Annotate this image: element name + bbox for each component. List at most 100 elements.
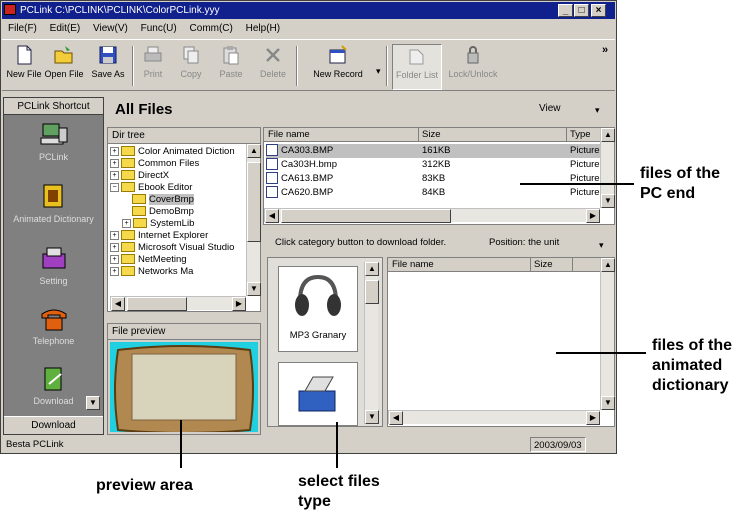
menu-comm[interactable]: Comm(C) bbox=[190, 23, 233, 34]
category-button-mp3[interactable]: MP3 Granary bbox=[278, 266, 358, 352]
tree-item[interactable]: + NetMeeting bbox=[110, 254, 246, 266]
menu-view[interactable]: View(V) bbox=[93, 23, 128, 34]
scroll-left-button[interactable]: ◀ bbox=[111, 297, 125, 311]
maximize-button[interactable]: □ bbox=[574, 4, 589, 17]
column-size[interactable]: Size bbox=[422, 128, 440, 142]
new-record-dropdown-icon[interactable]: ▾ bbox=[376, 66, 381, 77]
category-panel: MP3 Granary ▲ ▼ bbox=[267, 257, 383, 427]
scroll-up-button[interactable]: ▲ bbox=[247, 144, 261, 158]
paste-button[interactable]: Paste bbox=[212, 44, 250, 90]
dir-tree-hscrollbar[interactable]: ◀ ▶ bbox=[110, 296, 246, 311]
tree-item[interactable]: + Internet Explorer bbox=[110, 230, 246, 242]
column-type[interactable]: Type bbox=[570, 128, 591, 142]
sidebar-item-label: Telephone bbox=[32, 336, 75, 346]
minimize-button[interactable]: _ bbox=[558, 4, 573, 17]
callout-preview: preview area bbox=[96, 477, 193, 494]
table-row[interactable]: CA303.BMP 161KB Picture bbox=[266, 144, 602, 158]
folder-icon bbox=[121, 182, 135, 193]
page-title: All Files bbox=[115, 101, 173, 118]
scroll-left-button[interactable]: ◀ bbox=[265, 209, 279, 223]
scroll-left-button[interactable]: ◀ bbox=[389, 411, 403, 425]
table-row[interactable]: CA620.BMP 84KB Picture bbox=[266, 186, 602, 200]
tree-item-selected[interactable]: CoverBmp bbox=[110, 194, 246, 206]
folder-icon bbox=[121, 266, 135, 277]
menu-file[interactable]: File(F) bbox=[8, 23, 37, 34]
paste-icon bbox=[223, 46, 239, 65]
scroll-thumb[interactable] bbox=[247, 162, 261, 242]
menu-bar: File(F) Edit(E) View(V) Func(U) Comm(C) … bbox=[2, 20, 615, 38]
scroll-up-button[interactable]: ▲ bbox=[601, 258, 615, 272]
dir-tree-panel: Dir tree + Color Animated Diction + Common… bbox=[107, 127, 261, 312]
sidebar-item-label: Setting bbox=[39, 276, 68, 286]
dir-tree-vscrollbar[interactable]: ▲ ▼ bbox=[246, 144, 261, 296]
open-file-button[interactable]: Open File bbox=[44, 44, 84, 90]
sidebar-item-animated-dictionary[interactable]: Animated Dictionary bbox=[4, 182, 103, 244]
tree-item[interactable]: + Networks Ma bbox=[110, 266, 246, 278]
scroll-up-button[interactable]: ▲ bbox=[365, 262, 379, 276]
view-dropdown[interactable]: View bbox=[539, 103, 561, 114]
scroll-thumb[interactable] bbox=[281, 209, 451, 223]
app-icon bbox=[4, 4, 16, 15]
new-file-button[interactable]: New File bbox=[6, 44, 42, 90]
position-dropdown[interactable]: Position: the unit bbox=[489, 233, 559, 253]
table-row[interactable]: Ca303H.bmp 312KB Picture bbox=[266, 158, 602, 172]
close-button[interactable]: × bbox=[591, 4, 606, 17]
tree-item[interactable]: DemoBmp bbox=[110, 206, 246, 218]
scroll-down-button[interactable]: ▼ bbox=[365, 410, 379, 424]
tree-item[interactable]: + SystemLib bbox=[110, 218, 246, 230]
file-list-vscrollbar[interactable]: ▲ ▼ bbox=[600, 128, 615, 208]
file-preview-panel: File preview bbox=[107, 323, 261, 435]
chevron-down-icon[interactable]: ▾ bbox=[595, 105, 600, 116]
menu-edit[interactable]: Edit(E) bbox=[50, 23, 81, 34]
status-date: 2003/09/03 bbox=[530, 437, 586, 452]
category-button-download[interactable] bbox=[278, 362, 358, 426]
sidebar-item-setting[interactable]: Setting bbox=[4, 244, 103, 306]
scroll-down-button[interactable]: ▼ bbox=[247, 282, 261, 296]
category-vscrollbar[interactable]: ▲ ▼ bbox=[364, 262, 379, 424]
status-app-name: Besta PCLink bbox=[6, 439, 64, 450]
folder-open-icon bbox=[132, 194, 146, 205]
menu-func[interactable]: Func(U) bbox=[141, 23, 177, 34]
setting-icon bbox=[42, 247, 65, 269]
toolbar-overflow-button[interactable]: » bbox=[602, 44, 608, 56]
save-as-button[interactable]: Save As bbox=[88, 44, 128, 90]
printer-icon bbox=[144, 46, 162, 62]
download-icon bbox=[44, 367, 62, 391]
device-list-hscrollbar[interactable]: ◀ ▶ bbox=[388, 410, 600, 425]
sidebar-scroll-down-button[interactable]: ▼ bbox=[86, 396, 100, 410]
folder-icon bbox=[132, 206, 146, 217]
toolbar: New File Open File Save As Print Copy Pa… bbox=[2, 39, 615, 91]
sidebar-item-telephone[interactable]: Telephone bbox=[4, 304, 103, 366]
sidebar-footer-button[interactable]: Download bbox=[4, 416, 103, 434]
lock-unlock-button[interactable]: Lock/Unlock bbox=[446, 44, 500, 90]
menu-help[interactable]: Help(H) bbox=[246, 23, 280, 34]
copy-button[interactable]: Copy bbox=[174, 44, 208, 90]
tree-item[interactable]: + Microsoft Visual Studio bbox=[110, 242, 246, 254]
scroll-right-button[interactable]: ▶ bbox=[586, 209, 600, 223]
column-filename[interactable]: File name bbox=[268, 128, 310, 142]
folder-list-button[interactable]: Folder List bbox=[392, 44, 442, 90]
scroll-right-button[interactable]: ▶ bbox=[232, 297, 246, 311]
tree-item[interactable]: − Ebook Editor bbox=[110, 182, 246, 194]
column-filename[interactable]: File name bbox=[392, 258, 434, 272]
print-button[interactable]: Print bbox=[136, 44, 170, 90]
chevron-down-icon[interactable]: ▾ bbox=[599, 235, 604, 255]
delete-button[interactable]: Delete bbox=[254, 44, 292, 90]
device-list-vscrollbar[interactable]: ▲ ▼ bbox=[600, 258, 615, 410]
scroll-down-button[interactable]: ▼ bbox=[601, 396, 615, 410]
scroll-thumb[interactable] bbox=[127, 297, 187, 311]
scroll-up-button[interactable]: ▲ bbox=[601, 128, 615, 142]
scroll-thumb[interactable] bbox=[365, 280, 379, 304]
scroll-right-button[interactable]: ▶ bbox=[586, 411, 600, 425]
dir-tree: + Color Animated Diction + Common Files + D… bbox=[110, 146, 246, 296]
file-list-hscrollbar[interactable]: ◀ ▶ bbox=[264, 208, 600, 223]
file-rows: CA303.BMP 161KB Picture Ca303H.bmp 312KB… bbox=[266, 144, 602, 200]
tree-item[interactable]: + DirectX bbox=[110, 170, 246, 182]
new-record-button[interactable]: New Record bbox=[302, 44, 374, 90]
sidebar-item-pclink[interactable]: PCLink bbox=[4, 120, 103, 182]
bitmap-file-icon bbox=[266, 186, 278, 199]
tree-item[interactable]: + Color Animated Diction bbox=[110, 146, 246, 158]
scroll-down-button[interactable]: ▼ bbox=[601, 194, 615, 208]
column-size[interactable]: Size bbox=[534, 258, 552, 272]
tree-item[interactable]: + Common Files bbox=[110, 158, 246, 170]
